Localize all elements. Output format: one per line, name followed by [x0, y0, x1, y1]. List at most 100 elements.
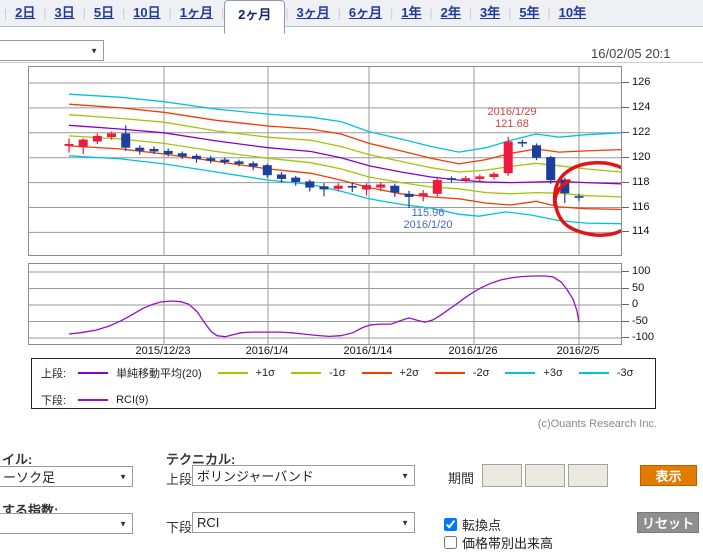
upper-indicator-select[interactable]: ボリンジャーバンド ▼: [192, 465, 415, 486]
candle-body: [405, 194, 414, 197]
tab-2ヶ月[interactable]: 2ヶ月: [224, 0, 285, 34]
legend-item-label: +3σ: [543, 367, 562, 379]
tab-3ヶ月[interactable]: 3ヶ月: [289, 0, 338, 26]
symbol-select[interactable]: ▼: [0, 40, 104, 61]
chart-style-select[interactable]: ーソク足 ▼: [0, 466, 133, 487]
volume-by-price-checkbox[interactable]: [444, 536, 457, 549]
legend-color-swatch: [291, 372, 321, 374]
legend-item: -2σ: [435, 367, 490, 379]
lower-indicator-label: 下段: [166, 517, 192, 536]
candle-body: [305, 181, 314, 187]
lower-indicator-select[interactable]: RCI ▼: [192, 512, 415, 533]
chevron-down-icon: ▼: [90, 46, 98, 55]
candle-body: [291, 178, 300, 182]
legend-upper-label: 上段:: [41, 365, 66, 381]
axis-tick: [622, 231, 629, 232]
legend-color-swatch: [78, 372, 108, 374]
axis-tick: [622, 182, 629, 183]
period-input-3[interactable]: [568, 464, 608, 487]
turning-point-checkbox[interactable]: [444, 518, 457, 531]
tab-3年[interactable]: 3年: [472, 0, 508, 26]
legend-color-swatch: [579, 372, 609, 374]
stock-chart-app: { "tabs": { "active": "2ヶ月", "items": ["…: [0, 0, 703, 539]
date-axis-tick-label: 2015/12/23: [123, 345, 203, 357]
axis-tick: [622, 107, 629, 108]
candle-body: [362, 185, 371, 189]
legend-item-label: RCI(9): [116, 394, 148, 406]
tab-5年[interactable]: 5年: [511, 0, 547, 26]
axis-tick: [622, 337, 629, 338]
axis-tick: [622, 132, 629, 133]
period-input-1[interactable]: [482, 464, 522, 487]
legend-lower-label: 下段:: [41, 392, 66, 408]
price-axis-tick-label: 120: [632, 151, 666, 163]
price-chart-svg: 2016/1/29121.68115.962016/1/20: [29, 67, 621, 255]
price-axis-tick-label: 122: [632, 126, 666, 138]
rci-axis-tick-label: -50: [632, 315, 666, 327]
candle-body: [65, 144, 74, 146]
candle-body: [532, 145, 541, 157]
tab-10年[interactable]: 10年: [551, 0, 594, 26]
tab-1ヶ月[interactable]: 1ヶ月: [172, 0, 221, 26]
compare-index-select[interactable]: ▼: [0, 513, 133, 534]
rci-line: [69, 276, 579, 337]
chart-panel-divider: [0, 62, 703, 63]
tab-2日[interactable]: 2日: [7, 0, 43, 26]
candle-body: [475, 176, 484, 179]
volume-by-price-option: 価格帯別出来高: [444, 533, 553, 552]
candle-body: [107, 133, 116, 137]
tab-2年[interactable]: 2年: [433, 0, 469, 26]
date-axis-tick-label: 2016/2/5: [538, 345, 618, 357]
tab-3日[interactable]: 3日: [46, 0, 82, 26]
chevron-down-icon: ▼: [119, 472, 127, 481]
show-button[interactable]: 表示: [640, 465, 697, 486]
legend-item: -1σ: [291, 367, 346, 379]
axis-tick: [622, 157, 629, 158]
candle-body: [235, 161, 244, 164]
quote-timestamp: 16/02/05 20:1: [591, 46, 703, 63]
period-input-2[interactable]: [525, 464, 565, 487]
band-line: [69, 136, 621, 197]
copyright-text: (c)Ouants Research Inc.: [360, 418, 657, 430]
legend-box: 上段: 単純移動平均(20)+1σ-1σ+2σ-2σ+3σ-3σ 下段: RCI…: [31, 358, 656, 409]
legend-item-label: +1σ: [256, 367, 275, 379]
candle-body: [178, 153, 187, 156]
rci-axis-tick-label: 50: [632, 282, 666, 294]
candle-body: [518, 142, 527, 144]
tab-1年[interactable]: 1年: [393, 0, 429, 26]
candle-body: [433, 180, 442, 194]
candle-body: [192, 156, 201, 159]
candle-body: [490, 174, 499, 177]
chart-style-value: ーソク足: [3, 467, 55, 486]
tab-6ヶ月[interactable]: 6ヶ月: [341, 0, 390, 26]
reset-button[interactable]: リセット: [637, 512, 699, 533]
legend-color-swatch: [78, 399, 108, 401]
volume-by-price-label: 価格帯別出来高: [462, 533, 553, 552]
candle-body: [220, 160, 229, 163]
legend-item: +1σ: [218, 367, 275, 379]
legend-upper-items: 単純移動平均(20)+1σ-1σ+2σ-2σ+3σ-3σ: [78, 365, 649, 381]
legend-item: +3σ: [505, 367, 562, 379]
candle-body: [334, 186, 343, 189]
legend-lower-items: RCI(9): [78, 394, 164, 406]
rci-axis-tick-label: -100: [632, 331, 666, 343]
date-axis-tick-label: 2016/1/14: [328, 345, 408, 357]
candle-body: [249, 163, 258, 166]
rci-axis-tick-label: 0: [632, 298, 666, 310]
axis-tick: [622, 288, 629, 289]
candle-body: [79, 140, 88, 148]
legend-item-label: -1σ: [329, 367, 346, 379]
tab-5日[interactable]: 5日: [86, 0, 122, 26]
date-axis-tick-label: 2016/1/4: [227, 345, 307, 357]
upper-indicator-label: 上段: [166, 469, 192, 488]
tab-10日[interactable]: 10日: [125, 0, 168, 26]
legend-item-label: +2σ: [400, 367, 419, 379]
candle-body: [461, 178, 470, 180]
legend-item: RCI(9): [78, 394, 148, 406]
price-axis-tick-label: 116: [632, 201, 666, 213]
candle-body: [546, 157, 555, 180]
legend-upper-row: 上段: 単純移動平均(20)+1σ-1σ+2σ-2σ+3σ-3σ: [41, 365, 649, 381]
chevron-down-icon: ▼: [401, 471, 409, 480]
candle-body: [164, 151, 173, 154]
price-chart-plot: 2016/1/29121.68115.962016/1/20: [28, 66, 622, 256]
